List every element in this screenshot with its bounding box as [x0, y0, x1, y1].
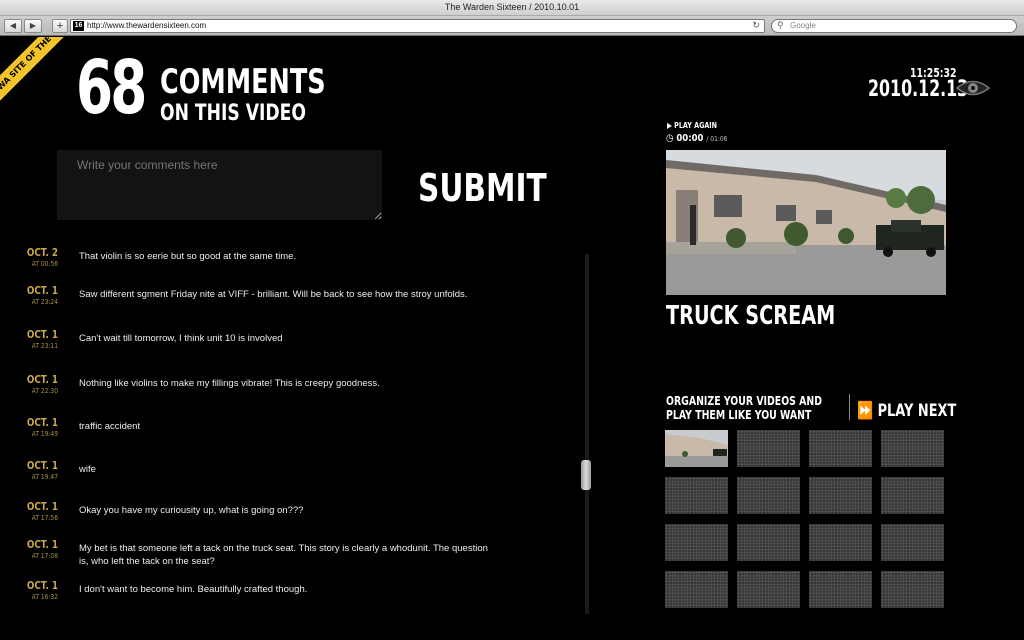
current-time: 00:00 [676, 133, 704, 144]
video-thumbnail[interactable] [881, 477, 944, 514]
comment-date: OCT. 1 [26, 459, 58, 472]
duration: / 01:06 [706, 135, 728, 143]
video-thumbnail[interactable] [881, 571, 944, 608]
comment-date: OCT. 1 [26, 538, 58, 551]
comments-heading: COMMENTS [160, 62, 326, 102]
video-thumbnail[interactable] [737, 524, 800, 561]
address-url[interactable]: http://www.thewardensixteen.com [87, 21, 206, 30]
clock-icon: ◷ [666, 133, 677, 144]
video-thumbnail[interactable] [809, 430, 872, 467]
window-title: The Warden Sixteen / 2010.10.01 [444, 2, 580, 12]
comment-text: That violin is so eerie but so good at t… [79, 251, 297, 262]
playback-time: ◷ 00:00 / 01:06 [666, 133, 727, 144]
comment-text: wife [79, 464, 96, 475]
comment-time: AT 23:11 [31, 342, 58, 350]
video-player[interactable] [666, 150, 946, 295]
submit-button[interactable]: SUBMIT [418, 169, 547, 207]
video-thumbnail[interactable] [737, 430, 800, 467]
fwa-badge[interactable]: FWA SITE OF THE DAY [0, 37, 75, 103]
organize-instructions: ORGANIZE YOUR VIDEOS AND PLAY THEM LIKE … [666, 394, 823, 422]
video-title: TRUCK SCREAM [666, 301, 836, 331]
comment-date: OCT. 1 [26, 579, 58, 592]
on-video-heading: ON THIS VIDEO [160, 101, 306, 126]
comment-date: OCT. 1 [26, 284, 58, 297]
site-favicon-icon: 16 [73, 21, 84, 31]
scrollbar-thumb[interactable] [581, 460, 591, 490]
comment-time: AT 00:56 [31, 260, 58, 268]
video-thumbnail[interactable] [665, 524, 728, 561]
video-thumbnail[interactable] [881, 524, 944, 561]
search-icon: ⚲ [777, 20, 784, 30]
back-button[interactable]: ◀ [4, 19, 22, 33]
comment-date: OCT. 1 [26, 500, 58, 513]
comment-date: OCT. 2 [26, 246, 58, 259]
play-again-label: PLAY AGAIN [674, 121, 718, 130]
video-thumbnail[interactable] [881, 430, 944, 467]
video-thumbnail[interactable] [665, 430, 728, 467]
search-placeholder: Google [790, 21, 816, 30]
comment-text: Nothing like violins to make my fillings… [79, 378, 380, 389]
video-thumbnail[interactable] [737, 571, 800, 608]
comment-time: AT 23:24 [31, 298, 58, 306]
comment-text: Can't wait till tomorrow, I think unit 1… [79, 333, 283, 344]
comment-time: AT 19:49 [31, 430, 58, 438]
video-thumbnail[interactable] [809, 571, 872, 608]
comment-count: 68 [76, 45, 147, 131]
video-thumbnail[interactable] [737, 477, 800, 514]
video-thumbnail[interactable] [665, 571, 728, 608]
play-next-label: PLAY NEXT [877, 401, 957, 421]
clock-date: 2010.12.13 [868, 77, 969, 102]
comment-scrollbar[interactable] [585, 254, 589, 614]
comment-date: OCT. 1 [26, 373, 58, 386]
eye-icon[interactable] [955, 77, 991, 99]
comment-input[interactable] [57, 150, 382, 220]
comment-text: traffic accident [79, 421, 141, 432]
forward-button[interactable]: ▶ [24, 19, 42, 33]
fast-forward-icon: ⏩ [857, 401, 878, 421]
video-thumbnail[interactable] [665, 477, 728, 514]
comment-time: AT 22:30 [31, 387, 58, 395]
play-icon: ▶ [667, 121, 675, 130]
reload-icon[interactable]: ↻ [752, 20, 760, 31]
play-next-button[interactable]: ⏩ PLAY NEXT [857, 401, 956, 421]
comment-text: Saw different sgment Friday nite at VIFF… [79, 289, 468, 300]
browser-toolbar: ◀ ▶ + 16 http://www.thewardensixteen.com… [0, 16, 1024, 36]
comment-date: OCT. 1 [26, 328, 58, 341]
comment-text: My bet is that someone left a tack on th… [79, 543, 488, 567]
comment-text: I don't want to become him. Beautifully … [79, 584, 308, 595]
window-titlebar: The Warden Sixteen / 2010.10.01 [0, 0, 1024, 16]
play-again-button[interactable]: ▶ PLAY AGAIN [667, 121, 717, 130]
page: FWA SITE OF THE DAY 68 COMMENTS ON THIS … [0, 37, 1024, 640]
video-thumbnail[interactable] [809, 477, 872, 514]
search-field[interactable]: ⚲ Google [771, 19, 1017, 33]
comment-time: AT 19:47 [31, 473, 58, 481]
comment-date: OCT. 1 [26, 416, 58, 429]
add-bookmark-button[interactable]: + [52, 19, 68, 33]
comment-time: AT 17:08 [31, 552, 58, 560]
comment-time: AT 16:32 [31, 593, 58, 601]
comment-text: Okay you have my curiousity up, what is … [79, 505, 304, 516]
address-bar[interactable]: 16 http://www.thewardensixteen.com ↻ [70, 19, 765, 33]
comment-time: AT 17:56 [31, 514, 58, 522]
video-thumbnail[interactable] [809, 524, 872, 561]
divider [849, 394, 850, 420]
